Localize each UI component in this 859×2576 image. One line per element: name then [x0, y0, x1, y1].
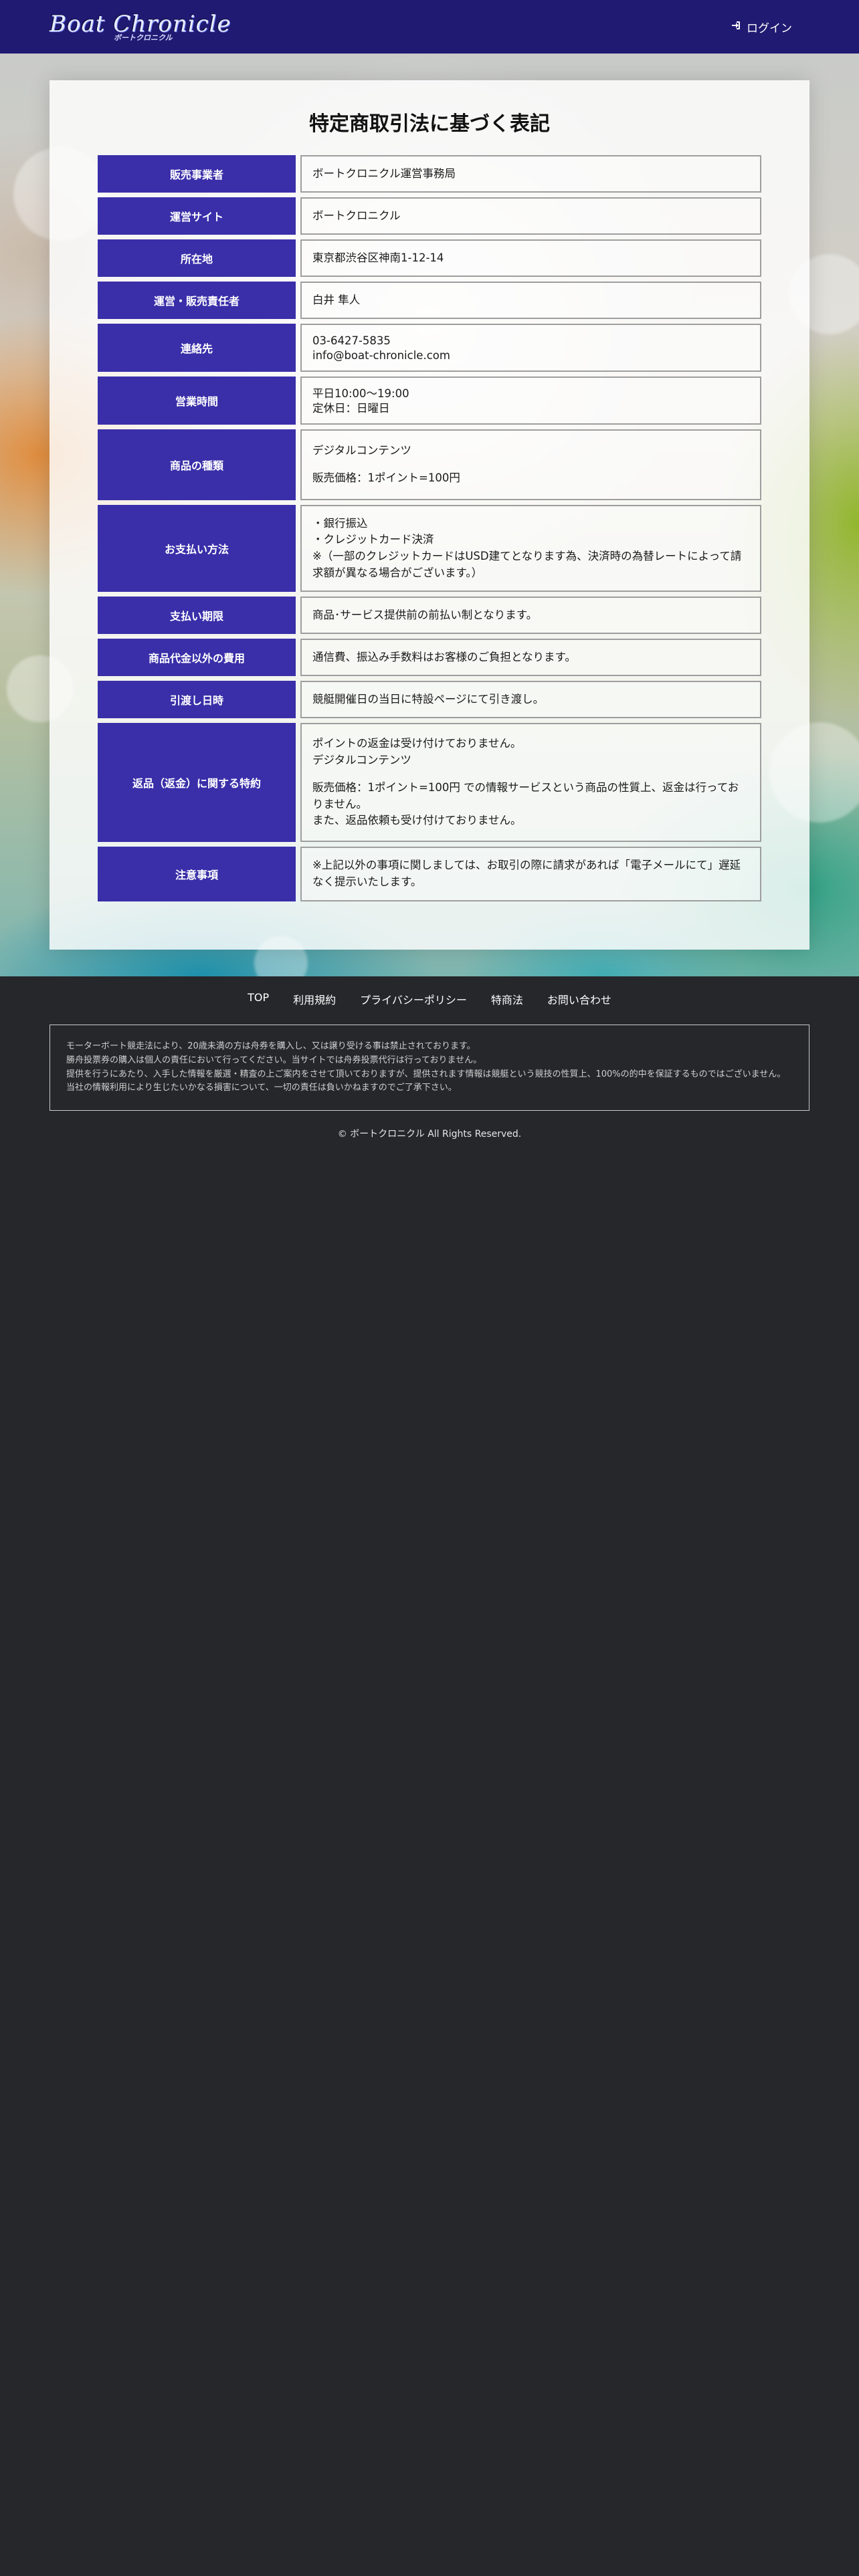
hero-background: 特定商取引法に基づく表記 販売事業者 ボートクロニクル運営事務局運営サイト ボートク…: [0, 53, 859, 976]
copyright: © ボートクロニクル All Rights Reserved.: [337, 1129, 522, 1140]
row-value: 平日10:00〜19:00 定休日：日曜日: [300, 377, 761, 425]
row-label: 販売事業者: [98, 155, 296, 193]
row-value: 競艇開催日の当日に特設ページにて引き渡し。: [300, 681, 761, 718]
logo-sub-text: ボートクロニクル: [114, 33, 173, 42]
disclaimer-line: モーターボート競走法により、20歳未満の方は舟券を購入し、又は譲り受ける事は禁止…: [66, 1041, 476, 1051]
value-line: 販売価格：1ポイント=100円 での情報サービスという商品の性質上、返金は行って…: [312, 780, 739, 811]
table-row: 支払い期限 商品･サービス提供前の前払い制となります。: [98, 597, 761, 634]
table-row: 商品の種類 デジタルコンテンツ 販売価格：1ポイント=100円: [98, 429, 761, 500]
table-row: 販売事業者 ボートクロニクル運営事務局: [98, 155, 761, 193]
disclaimer-line: 当社の情報利用により生じたいかなる損害について、一切の責任は負いかねますのでご了…: [66, 1083, 457, 1093]
site-header: Boat Chronicle ボートクロニクル ログイン: [0, 0, 859, 53]
row-value: 通信費、振込み手数料はお客様のご負担となります。: [300, 639, 761, 676]
value-line: ポイントの返金は受け付けておりません。: [312, 736, 522, 750]
table-row: 引渡し日時 競艇開催日の当日に特設ページにて引き渡し。: [98, 681, 761, 718]
table-row: 連絡先 03-6427-5835 info@boat-chronicle.com: [98, 324, 761, 372]
value-line: 東京都渋谷区神南1-12-14: [312, 251, 444, 264]
table-row: お支払い方法 ・銀行振込・クレジットカード決済 ※（一部のクレジットカードはUSD建…: [98, 505, 761, 592]
disclaimer-box: モーターボート競走法により、20歳未満の方は舟券を購入し、又は譲り受ける事は禁止…: [50, 1025, 809, 1111]
table-row: 運営サイト ボートクロニクル: [98, 197, 761, 235]
table-row: 所在地 東京都渋谷区神南1-12-14: [98, 239, 761, 277]
footer-link-contact[interactable]: お問い合わせ: [547, 991, 611, 1007]
footer-link-tokushoho[interactable]: 特商法: [491, 991, 523, 1007]
row-value: デジタルコンテンツ販売価格：1ポイント=100円: [300, 429, 761, 500]
row-value: 東京都渋谷区神南1-12-14: [300, 239, 761, 277]
value-line: 販売価格：1ポイント=100円: [312, 471, 460, 485]
value-line: ・銀行振込: [312, 516, 368, 530]
row-label: 引渡し日時: [98, 681, 296, 718]
row-value: 白井 隼人: [300, 282, 761, 319]
value-line: [312, 768, 749, 780]
row-label: 返品（返金）に関する特約: [98, 723, 296, 842]
row-label: 運営サイト: [98, 197, 296, 235]
table-row: 返品（返金）に関する特約 ポイントの返金は受け付けておりません。 デジタルコンテンツ…: [98, 723, 761, 842]
value-line: ※（一部のクレジットカードはUSD建てとなります為、決済時の為替レートによって請…: [312, 550, 742, 579]
site-footer: TOP 利用規約 プライバシーポリシー 特商法 お問い合わせ モーターボート競走法により…: [0, 976, 859, 1141]
value-line: ※上記以外の事項に関しましては、お取引の際に請求があれば「電子メールにて」遅延な…: [312, 859, 741, 888]
value-line: ・クレジットカード決済: [312, 533, 434, 546]
row-value: ・銀行振込・クレジットカード決済 ※（一部のクレジットカードはUSD建てとなります…: [300, 505, 761, 592]
disclaimer-line: 勝舟投票券の購入は個人の責任において行ってください。当サイトでは舟券投票代行は行…: [66, 1055, 482, 1065]
footer-nav: TOP 利用規約 プライバシーポリシー 特商法 お問い合わせ: [0, 991, 859, 1007]
login-button[interactable]: ログイン: [731, 19, 792, 35]
table-row: 運営・販売責任者 白井 隼人: [98, 282, 761, 319]
table-row: 商品代金以外の費用 通信費、振込み手数料はお客様のご負担となります。: [98, 639, 761, 676]
footer-link-terms[interactable]: 利用規約: [293, 991, 336, 1007]
legal-notice-card: 特定商取引法に基づく表記 販売事業者 ボートクロニクル運営事務局運営サイト ボートク…: [50, 80, 809, 950]
value-line: 白井 隼人: [312, 293, 361, 306]
value-line: ボートクロニクル: [312, 209, 401, 222]
sign-in-icon: [731, 20, 741, 34]
row-value: ポイントの返金は受け付けておりません。 デジタルコンテンツ販売価格：1ポイント=1…: [300, 723, 761, 842]
legal-notice-table: 販売事業者 ボートクロニクル運営事務局運営サイト ボートクロニクル所在地 東京都渋谷区…: [98, 155, 761, 901]
login-label: ログイン: [747, 21, 792, 35]
row-label: 営業時間: [98, 377, 296, 425]
value-line: デジタルコンテンツ: [312, 753, 411, 766]
value-line: 通信費、振込み手数料はお客様のご負担となります。: [312, 650, 576, 663]
footer-link-privacy[interactable]: プライバシーポリシー: [360, 991, 467, 1007]
row-value: ボートクロニクル: [300, 197, 761, 235]
value-line: 競艇開催日の当日に特設ページにて引き渡し。: [312, 692, 545, 706]
row-label: 注意事項: [98, 847, 296, 901]
value-line: デジタルコンテンツ: [312, 444, 411, 457]
row-label: 連絡先: [98, 324, 296, 372]
value-line: また、返品依頼も受け付けておりません。: [312, 814, 522, 827]
disclaimer-line: 提供を行うにあたり、入手した情報を厳選・精査の上ご案内をさせて頂いておりますが、…: [66, 1069, 786, 1079]
row-label: 支払い期限: [98, 597, 296, 634]
site-logo[interactable]: Boat Chronicle ボートクロニクル: [50, 13, 231, 41]
row-value: ボートクロニクル運営事務局: [300, 155, 761, 193]
row-value: 03-6427-5835 info@boat-chronicle.com: [300, 324, 761, 372]
row-label: 商品代金以外の費用: [98, 639, 296, 676]
value-line: 商品･サービス提供前の前払い制となります。: [312, 608, 538, 621]
value-line: 平日10:00〜19:00: [312, 387, 409, 400]
row-label: お支払い方法: [98, 505, 296, 592]
value-line: info@boat-chronicle.com: [312, 349, 450, 362]
value-line: ボートクロニクル運営事務局: [312, 167, 456, 180]
logo-main-text: Boat Chronicle: [50, 10, 231, 37]
table-row: 注意事項 ※上記以外の事項に関しましては、お取引の際に請求があれば「電子メールにて…: [98, 847, 761, 901]
row-value: 商品･サービス提供前の前払い制となります。: [300, 597, 761, 634]
value-line: 定休日：日曜日: [312, 402, 390, 415]
value-line: [312, 459, 749, 471]
row-label: 運営・販売責任者: [98, 282, 296, 319]
footer-link-top[interactable]: TOP: [248, 991, 269, 1007]
page-title: 特定商取引法に基づく表記: [309, 112, 550, 136]
row-label: 所在地: [98, 239, 296, 277]
row-value: ※上記以外の事項に関しましては、お取引の際に請求があれば「電子メールにて」遅延な…: [300, 847, 761, 901]
row-label: 商品の種類: [98, 429, 296, 500]
table-row: 営業時間 平日10:00〜19:00 定休日：日曜日: [98, 377, 761, 425]
value-line: 03-6427-5835: [312, 334, 391, 347]
